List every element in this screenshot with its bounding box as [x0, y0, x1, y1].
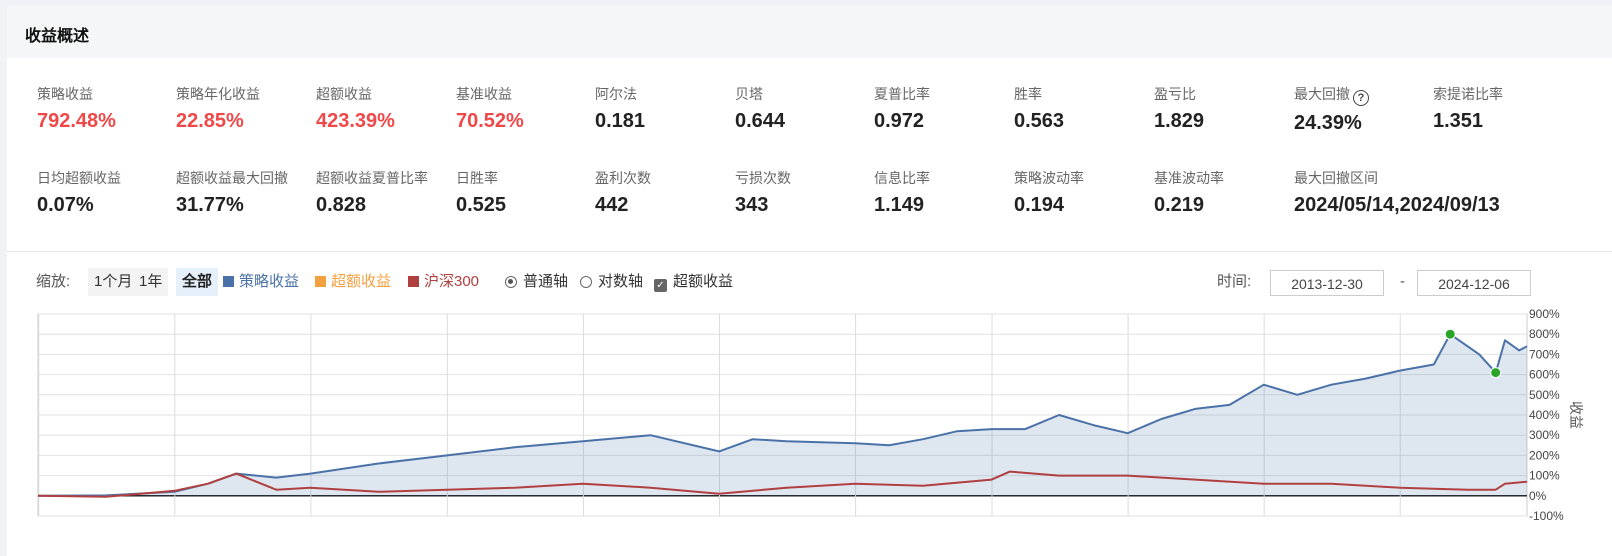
y-tick-label: 0%	[1529, 489, 1547, 503]
drawdown-marker	[1490, 367, 1502, 379]
y-tick-label: 200%	[1529, 448, 1560, 462]
y-tick-label: 700%	[1529, 347, 1560, 361]
y-tick-label: -100%	[1529, 509, 1564, 523]
y-tick-label: 300%	[1529, 428, 1560, 442]
y-tick-label: 600%	[1529, 368, 1560, 382]
y-tick-label: 100%	[1529, 469, 1560, 483]
y-tick-label: 400%	[1529, 408, 1560, 422]
drawdown-marker	[1444, 328, 1456, 340]
returns-chart[interactable]: -100% 0% 100% 200% 300% 400% 500% 600% 700% 800% 9…	[7, 6, 1612, 556]
y-tick-label: 900%	[1529, 307, 1560, 321]
y-tick-label: 800%	[1529, 327, 1560, 341]
returns-overview-panel: 收益概述 策略收益 792.48% 策略年化收益 22.85% 超额收益 423.39% 基…	[7, 6, 1612, 556]
y-axis-label: 收益	[1568, 401, 1584, 429]
y-tick-label: 500%	[1529, 388, 1560, 402]
